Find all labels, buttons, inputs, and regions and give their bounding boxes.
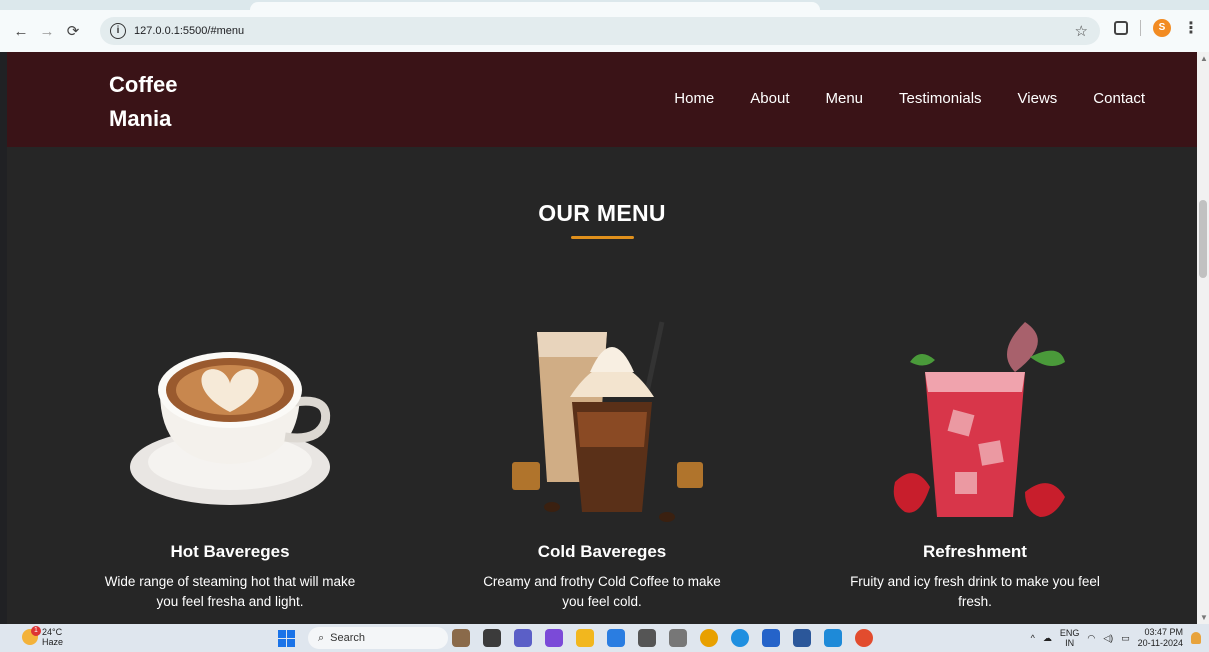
nav-menu[interactable]: Menu — [825, 90, 863, 107]
strawberry-drink-image — [825, 312, 1125, 532]
amazon-app-icon[interactable] — [669, 629, 687, 647]
menu-card-title: Refreshment — [923, 542, 1027, 561]
amazon-icon[interactable] — [638, 629, 656, 647]
profile-avatar[interactable]: S — [1153, 19, 1171, 37]
menu-card-description: Creamy and frothy Cold Coffee to make yo… — [483, 574, 721, 609]
chrome-icon[interactable] — [700, 629, 718, 647]
store-icon[interactable] — [607, 629, 625, 647]
browser-toolbar: ← → ⟳ i 127.0.0.1:5500/#menu ☆ S ⋮ — [0, 10, 1209, 52]
windows-taskbar: 1 24°C Haze ⌕ Search ^ ☁ ENG IN ◠ ◁) ▭ 0… — [0, 624, 1209, 652]
menu-card-title: Hot Bavereges — [170, 542, 290, 561]
taskbar-apps — [452, 629, 873, 647]
page-scrollbar[interactable]: ▲ ▼ — [1197, 52, 1209, 624]
word-icon[interactable] — [793, 629, 811, 647]
language-indicator[interactable]: ENG IN — [1060, 628, 1080, 648]
nav-home[interactable]: Home — [674, 90, 714, 107]
nav-about[interactable]: About — [750, 90, 789, 107]
toolbar-divider — [1140, 20, 1141, 36]
weather-temperature: 24°C — [42, 627, 63, 637]
main-nav: Home About Menu Testimonials Views Conta… — [674, 90, 1145, 107]
tab-strip — [0, 0, 1209, 10]
address-bar[interactable]: i 127.0.0.1:5500/#menu ☆ — [100, 17, 1100, 45]
menu-section-title: OUR MENU — [538, 200, 666, 226]
title-underline — [571, 236, 634, 239]
dropbox-icon[interactable] — [762, 629, 780, 647]
nav-views[interactable]: Views — [1018, 90, 1058, 107]
notification-bell-icon[interactable] — [1191, 632, 1201, 644]
menu-card-refreshment: Refreshment Fruity and icy fresh drink t… — [825, 312, 1125, 612]
taskbar-search[interactable]: ⌕ Search — [308, 627, 448, 649]
widgets-icon[interactable] — [452, 629, 470, 647]
site-info-icon[interactable]: i — [110, 23, 126, 39]
menu-card-description: Wide range of steaming hot that will mak… — [104, 574, 356, 609]
logo-line1: Coffee — [109, 72, 178, 97]
teams-icon[interactable] — [514, 629, 532, 647]
weather-badge: 1 — [31, 626, 41, 636]
scroll-down-icon[interactable]: ▼ — [1200, 613, 1208, 622]
address-url[interactable]: 127.0.0.1:5500/#menu — [134, 25, 244, 37]
nav-contact[interactable]: Contact — [1093, 90, 1145, 107]
menu-card-cold: Cold Bavereges Creamy and frothy Cold Co… — [452, 312, 752, 612]
site-header: Coffee Mania Home About Menu Testimonial… — [7, 52, 1197, 147]
weather-widget[interactable]: 1 24°C Haze — [22, 626, 64, 647]
copilot-icon[interactable] — [545, 629, 563, 647]
active-tab[interactable] — [250, 2, 820, 10]
bookmark-star-icon[interactable]: ☆ — [1075, 22, 1088, 40]
onedrive-icon[interactable]: ☁ — [1043, 633, 1052, 644]
edge-icon[interactable] — [731, 629, 749, 647]
latte-art-cup-image — [80, 312, 380, 532]
extensions-icon[interactable] — [1114, 21, 1128, 35]
clock[interactable]: 03:47 PM 20-11-2024 — [1138, 627, 1183, 649]
menu-card-description: Fruity and icy fresh drink to make you f… — [850, 574, 1100, 609]
back-arrow-icon[interactable]: ← — [8, 18, 34, 44]
forward-arrow-icon[interactable]: → — [34, 18, 60, 44]
weather-icon: 1 — [22, 626, 41, 645]
file-explorer-icon[interactable] — [576, 629, 594, 647]
system-tray: ^ ☁ ENG IN ◠ ◁) ▭ 03:47 PM 20-11-2024 — [1031, 627, 1201, 649]
windows-start-icon[interactable] — [278, 630, 295, 647]
tray-chevron-icon[interactable]: ^ — [1031, 633, 1035, 643]
clock-time: 03:47 PM — [1144, 627, 1183, 637]
taskbar-search-label: Search — [330, 632, 366, 644]
menu-card-hot: Hot Bavereges Wide range of steaming hot… — [80, 312, 380, 612]
site-logo[interactable]: Coffee Mania — [109, 68, 229, 136]
page-viewport: Coffee Mania Home About Menu Testimonial… — [7, 52, 1197, 624]
menu-card-title: Cold Bavereges — [537, 542, 667, 561]
chrome-active-icon[interactable] — [855, 629, 873, 647]
lang-line1: ENG — [1059, 628, 1080, 638]
scroll-up-icon[interactable]: ▲ — [1200, 54, 1208, 63]
search-icon: ⌕ — [318, 631, 325, 644]
vscode-icon[interactable] — [824, 629, 842, 647]
battery-icon[interactable]: ▭ — [1121, 633, 1130, 644]
wifi-icon[interactable]: ◠ — [1087, 633, 1095, 644]
browser-chrome: ← → ⟳ i 127.0.0.1:5500/#menu ☆ S ⋮ — [0, 0, 1209, 52]
nav-testimonials[interactable]: Testimonials — [899, 90, 982, 107]
clock-date: 20-11-2024 — [1137, 638, 1183, 648]
logo-line2: Mania — [109, 106, 172, 131]
scrollbar-thumb[interactable] — [1199, 200, 1207, 278]
volume-icon[interactable]: ◁) — [1103, 633, 1113, 644]
weather-condition: Haze — [42, 637, 64, 647]
lang-line2: IN — [1065, 638, 1075, 648]
reload-icon[interactable]: ⟳ — [60, 18, 86, 44]
iced-coffee-glasses-image — [452, 312, 752, 532]
task-view-icon[interactable] — [483, 629, 501, 647]
browser-menu-icon[interactable]: ⋮ — [1183, 18, 1199, 38]
